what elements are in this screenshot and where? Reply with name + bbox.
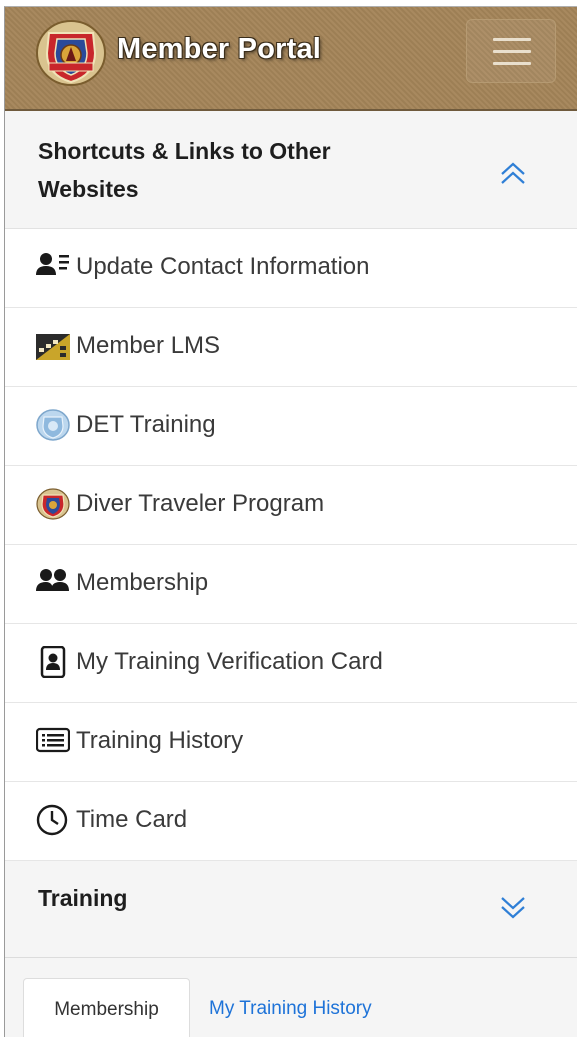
- shortcuts-panel-title: Shortcuts & Links to Other Websites: [38, 138, 331, 202]
- tab-membership[interactable]: Membership: [23, 978, 190, 1037]
- hamburger-menu-button[interactable]: [466, 19, 556, 83]
- app-frame: Member Portal Shortcuts & Links to Other…: [4, 6, 577, 1037]
- shortcut-member-lms[interactable]: Member LMS: [5, 308, 577, 387]
- shortcut-diver-traveler-program[interactable]: Diver Traveler Program: [5, 466, 577, 545]
- shortcut-label: Diver Traveler Program: [76, 490, 325, 517]
- shortcut-label: Time Card: [76, 806, 188, 833]
- union-seal-icon: [36, 488, 70, 520]
- list-icon: [36, 727, 70, 753]
- hamburger-menu-icon: [493, 38, 531, 41]
- shortcut-det-training[interactable]: DET Training: [5, 387, 577, 466]
- shortcut-label: My Training Verification Card: [76, 648, 383, 675]
- bottom-tab-bar: Membership My Training History: [5, 957, 577, 1037]
- chevron-double-up-icon[interactable]: [499, 159, 527, 187]
- shortcut-label: Membership: [76, 569, 209, 596]
- shortcut-update-contact-information[interactable]: Update Contact Information: [5, 229, 577, 308]
- chevron-double-down-icon[interactable]: [499, 893, 527, 921]
- users-icon: [36, 569, 69, 591]
- id-badge-icon: [40, 646, 66, 678]
- training-panel-header[interactable]: Training: [5, 861, 577, 957]
- shortcut-label: Update Contact Information: [76, 253, 370, 280]
- shortcut-my-training-verification-card[interactable]: My Training Verification Card: [5, 624, 577, 703]
- tab-my-training-history[interactable]: My Training History: [209, 998, 372, 1020]
- clock-icon: [36, 804, 68, 836]
- shortcut-time-card[interactable]: Time Card: [5, 782, 577, 861]
- shortcuts-panel-header[interactable]: Shortcuts & Links to Other Websites: [5, 111, 577, 229]
- brand-title[interactable]: Member Portal: [117, 33, 321, 66]
- shortcut-label: Member LMS: [76, 332, 221, 359]
- det-seal-icon: [36, 409, 70, 441]
- contact-card-icon: [36, 253, 69, 275]
- shortcut-membership[interactable]: Membership: [5, 545, 577, 624]
- lms-building-icon: [36, 334, 70, 360]
- training-panel-title: Training: [38, 885, 128, 911]
- shortcut-training-history[interactable]: Training History: [5, 703, 577, 782]
- union-seal-icon[interactable]: [35, 19, 107, 87]
- shortcut-label: DET Training: [76, 411, 216, 438]
- top-navbar: Member Portal: [5, 7, 577, 111]
- shortcut-label: Training History: [76, 727, 244, 754]
